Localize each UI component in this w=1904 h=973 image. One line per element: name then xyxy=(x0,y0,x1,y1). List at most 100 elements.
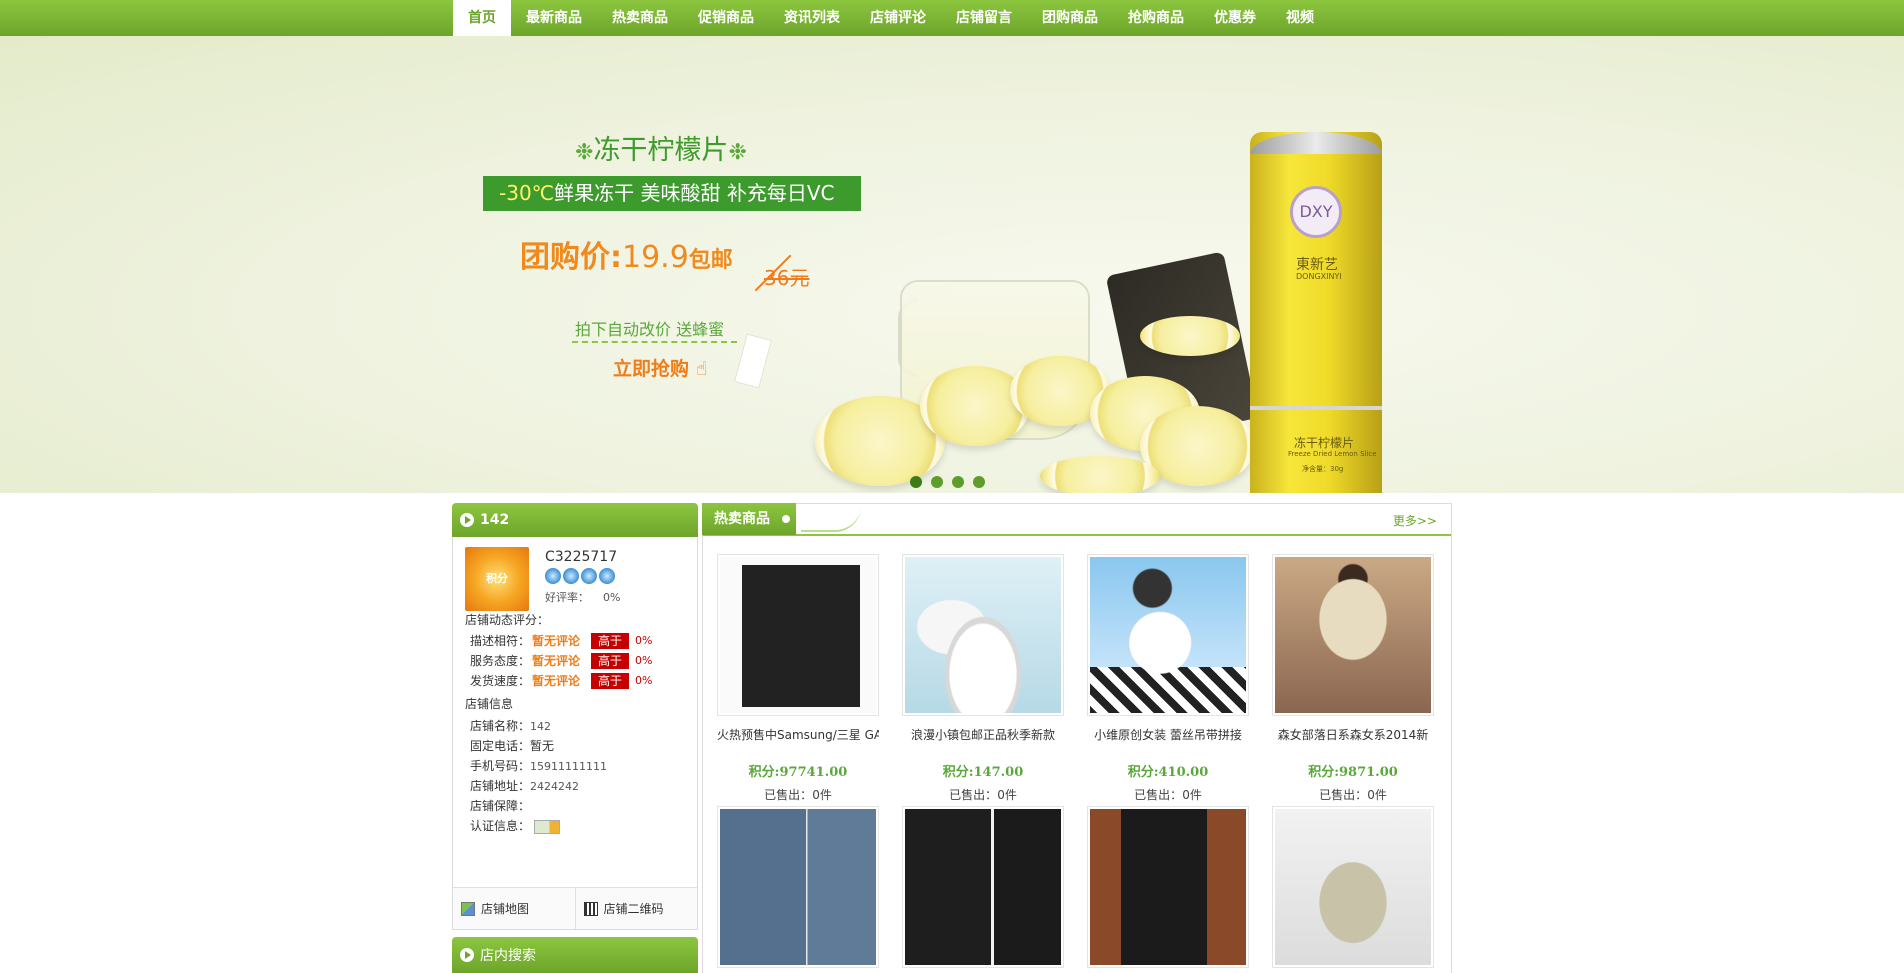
product-card: 小维原创女装 蕾丝吊带拼接 积分:410.00 已售出：0件 xyxy=(1087,554,1249,803)
product-sold: 已售出：0件 xyxy=(717,786,879,803)
product-image xyxy=(905,809,1061,965)
hero-banner[interactable]: ❉冻干柠檬片❉ -30℃鲜果冻干 美味酸甜 补充每日VC 团购价:19.9包邮 … xyxy=(0,36,1904,493)
points-label: 积分: xyxy=(942,765,974,780)
product-name[interactable]: 浪漫小镇包邮正品秋季新款 xyxy=(902,726,1064,743)
sold-value: 0件 xyxy=(1367,788,1387,802)
certification-icon[interactable] xyxy=(534,819,561,834)
score-percent: 0% xyxy=(635,654,653,667)
header-swoosh xyxy=(801,506,861,532)
nav-item-groupbuy[interactable]: 团购商品 xyxy=(1027,0,1113,36)
nav-item-video[interactable]: 视频 xyxy=(1271,0,1329,36)
points-label: 积分: xyxy=(1308,765,1339,780)
can-product-name-en: Freeze Dried Lemon Slice xyxy=(1288,450,1377,458)
hot-products-title: 热卖商品 xyxy=(702,503,796,535)
nav-item-home[interactable]: 首页 xyxy=(453,0,511,36)
can-net-weight: 净含量：30g xyxy=(1302,465,1344,473)
nav-item-hot[interactable]: 热卖商品 xyxy=(597,0,683,36)
lemon-slice xyxy=(1040,456,1160,493)
points-value: 97741.00 xyxy=(779,765,848,780)
shop-info-heading: 店铺信息 xyxy=(465,697,514,711)
product-card xyxy=(717,806,879,968)
score-compare-badge: 高于 xyxy=(591,632,630,649)
points-label: 积分: xyxy=(1127,765,1159,780)
product-thumbnail[interactable] xyxy=(902,806,1064,968)
shop-qrcode-link[interactable]: 店铺二维码 xyxy=(574,888,698,929)
product-thumbnail[interactable] xyxy=(1087,554,1249,716)
rating-badge-icon xyxy=(581,568,597,584)
product-thumbnail[interactable] xyxy=(1087,806,1249,968)
praise-label: 好评率： xyxy=(545,591,589,604)
slide-dot[interactable] xyxy=(910,476,922,488)
lemon-slice xyxy=(1140,316,1240,356)
shop-links: 店铺地图 店铺二维码 xyxy=(453,887,697,929)
banner-feature-strip: -30℃鲜果冻干 美味酸甜 补充每日VC xyxy=(483,176,861,211)
product-thumbnail[interactable] xyxy=(1272,806,1434,968)
info-label: 店铺地址： xyxy=(470,779,531,793)
product-points: 积分:9871.00 xyxy=(1272,761,1434,780)
nav-item-messages[interactable]: 店铺留言 xyxy=(941,0,1027,36)
product-image xyxy=(720,809,876,965)
product-sold: 已售出：0件 xyxy=(1272,786,1434,803)
slide-dot[interactable] xyxy=(952,476,964,488)
score-value: 暂无评论 xyxy=(532,654,581,668)
praise-rate: 好评率： 0% xyxy=(545,589,620,605)
info-label: 店铺保障： xyxy=(470,799,531,813)
old-price: 36元 xyxy=(764,266,810,290)
nav-item-coupons[interactable]: 优惠券 xyxy=(1199,0,1271,36)
shop-qrcode-label: 店铺二维码 xyxy=(603,902,664,916)
banner-gift-note: 拍下自动改价 送蜂蜜 xyxy=(575,320,725,339)
product-name[interactable]: 火热预售中Samsung/三星 GA xyxy=(717,726,879,743)
play-icon xyxy=(460,513,474,527)
score-percent: 0% xyxy=(635,634,653,647)
hot-products-header: 热卖商品 更多>> xyxy=(702,503,1451,536)
score-label: 服务态度： xyxy=(470,654,531,668)
can-band xyxy=(1250,406,1382,410)
product-thumbnail[interactable] xyxy=(902,554,1064,716)
info-label: 店铺名称： xyxy=(470,719,531,733)
nav-item-reviews[interactable]: 店铺评论 xyxy=(855,0,941,36)
hand-cursor-icon: ☝ xyxy=(695,358,708,380)
score-percent: 0% xyxy=(635,674,653,687)
buy-now-button[interactable]: 立即抢购 ☝ xyxy=(613,354,707,381)
nav-item-new[interactable]: 最新商品 xyxy=(511,0,597,36)
ornament-icon: ❉ xyxy=(728,140,747,165)
product-image xyxy=(720,557,876,713)
banner-divider xyxy=(572,341,737,343)
score-value: 暂无评论 xyxy=(532,634,581,648)
slide-dot[interactable] xyxy=(931,476,943,488)
score-row-service: 服务态度： 暂无评论 高于 0% xyxy=(470,652,653,669)
shop-map-link[interactable]: 店铺地图 xyxy=(453,888,575,929)
product-thumbnail[interactable] xyxy=(717,554,879,716)
product-card: 浪漫小镇包邮正品秋季新款 积分:147.00 已售出：0件 xyxy=(902,554,1064,803)
shop-guarantee-row: 店铺保障： xyxy=(470,797,530,814)
user-id: C3225717 xyxy=(545,549,618,565)
product-image xyxy=(905,557,1061,713)
slide-dot[interactable] xyxy=(973,476,985,488)
nav-item-flashsale[interactable]: 抢购商品 xyxy=(1113,0,1199,36)
rating-stars xyxy=(545,568,615,584)
product-image xyxy=(1090,809,1246,965)
product-card: 火热预售中Samsung/三星 GA 积分:97741.00 已售出：0件 xyxy=(717,554,879,803)
product-name[interactable]: 小维原创女装 蕾丝吊带拼接 xyxy=(1087,726,1249,743)
points-value: 410.00 xyxy=(1158,765,1209,780)
banner-title: ❉冻干柠檬片❉ xyxy=(575,135,747,166)
product-thumbnail[interactable] xyxy=(717,806,879,968)
hot-products-section: 热卖商品 更多>> 火热预售中Samsung/三星 GA 积分:97741.00… xyxy=(702,503,1452,973)
score-compare-badge: 高于 xyxy=(591,652,630,669)
score-label: 发货速度： xyxy=(470,674,531,688)
product-thumbnail[interactable] xyxy=(1272,554,1434,716)
sold-label: 已售出： xyxy=(949,788,998,802)
sold-label: 已售出： xyxy=(764,788,813,802)
slide-indicators xyxy=(910,476,985,488)
qrcode-icon xyxy=(583,901,598,916)
nav-item-news[interactable]: 资讯列表 xyxy=(769,0,855,36)
can-logo: DXY xyxy=(1290,186,1342,238)
ornament-icon: ❉ xyxy=(575,140,594,165)
nav-item-promo[interactable]: 促销商品 xyxy=(683,0,769,36)
product-name[interactable]: 森女部落日系森女系2014新 xyxy=(1272,726,1434,743)
shop-mobile-row: 手机号码：15911111111 xyxy=(470,757,607,774)
rating-badge-icon xyxy=(563,568,579,584)
more-link[interactable]: 更多>> xyxy=(1393,512,1437,529)
info-value: 2424242 xyxy=(530,780,580,793)
sold-label: 已售出： xyxy=(1319,788,1368,802)
